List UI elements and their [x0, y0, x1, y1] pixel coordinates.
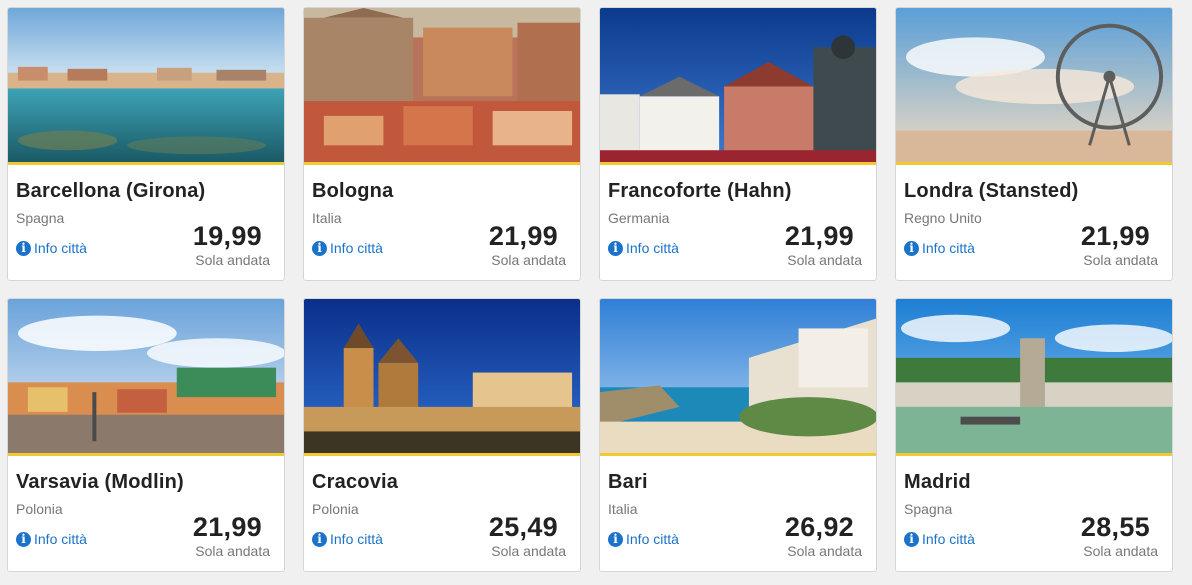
info-circle-icon: i: [608, 531, 623, 547]
city-photo: [600, 299, 876, 456]
price: 21,99: [488, 221, 558, 251]
city-photo: [600, 8, 876, 165]
info-city-link[interactable]: i Info città: [16, 240, 87, 256]
destination-card-barcellona[interactable]: Barcellona (Girona) Spagna i Info città …: [7, 7, 285, 281]
info-city-label: Info città: [330, 531, 383, 547]
info-city-label: Info città: [922, 240, 975, 256]
country-name: Spagna: [16, 210, 65, 226]
city-photo: [896, 8, 1172, 165]
trip-type: Sola andata: [787, 543, 862, 559]
info-city-link[interactable]: i Info città: [904, 240, 975, 256]
info-circle-icon: i: [904, 240, 919, 256]
city-name: Bari: [608, 471, 648, 493]
info-city-label: Info città: [626, 240, 679, 256]
destination-card-londra[interactable]: Londra (Stansted) Regno Unito i Info cit…: [895, 7, 1173, 281]
city-photo: [304, 8, 580, 165]
trip-type: Sola andata: [491, 543, 566, 559]
country-name: Germania: [608, 210, 670, 226]
info-city-label: Info città: [626, 531, 679, 547]
info-circle-icon: i: [16, 531, 31, 547]
info-city-link[interactable]: i Info città: [312, 240, 383, 256]
country-name: Polonia: [312, 501, 359, 517]
info-city-label: Info città: [922, 531, 975, 547]
trip-type: Sola andata: [491, 252, 566, 268]
destination-card-madrid[interactable]: Madrid Spagna i Info città 28,55 Sola an…: [895, 298, 1173, 572]
city-name: Londra (Stansted): [904, 180, 1079, 202]
destination-card-bari[interactable]: Bari Italia i Info città 26,92 Sola anda…: [599, 298, 877, 572]
country-name: Italia: [312, 210, 342, 226]
info-circle-icon: i: [16, 240, 31, 256]
trip-type: Sola andata: [1083, 543, 1158, 559]
info-circle-icon: i: [312, 531, 327, 547]
destination-card-francoforte[interactable]: Francoforte (Hahn) Germania i Info città…: [599, 7, 877, 281]
info-city-link[interactable]: i Info città: [904, 531, 975, 547]
price: 21,99: [1080, 221, 1150, 251]
trip-type: Sola andata: [787, 252, 862, 268]
country-name: Italia: [608, 501, 638, 517]
info-circle-icon: i: [608, 240, 623, 256]
price: 28,55: [1080, 512, 1150, 542]
info-city-link[interactable]: i Info città: [16, 531, 87, 547]
info-city-link[interactable]: i Info città: [608, 531, 679, 547]
destination-card-bologna[interactable]: Bologna Italia i Info città 21,99 Sola a…: [303, 7, 581, 281]
price: 21,99: [784, 221, 854, 251]
city-photo: [8, 299, 284, 456]
price: 25,49: [488, 512, 558, 542]
country-name: Regno Unito: [904, 210, 982, 226]
city-name: Francoforte (Hahn): [608, 180, 792, 202]
city-name: Varsavia (Modlin): [16, 471, 184, 493]
city-name: Madrid: [904, 471, 971, 493]
info-circle-icon: i: [312, 240, 327, 256]
destination-grid: Barcellona (Girona) Spagna i Info città …: [0, 0, 1192, 585]
city-photo: [8, 8, 284, 165]
city-name: Bologna: [312, 180, 394, 202]
info-city-link[interactable]: i Info città: [608, 240, 679, 256]
trip-type: Sola andata: [195, 543, 270, 559]
info-city-label: Info città: [330, 240, 383, 256]
destination-card-cracovia[interactable]: Cracovia Polonia i Info città 25,49 Sola…: [303, 298, 581, 572]
info-circle-icon: i: [904, 531, 919, 547]
trip-type: Sola andata: [1083, 252, 1158, 268]
info-city-label: Info città: [34, 240, 87, 256]
country-name: Spagna: [904, 501, 953, 517]
trip-type: Sola andata: [195, 252, 270, 268]
city-name: Barcellona (Girona): [16, 180, 206, 202]
price: 26,92: [784, 512, 854, 542]
info-city-label: Info città: [34, 531, 87, 547]
destination-card-varsavia[interactable]: Varsavia (Modlin) Polonia i Info città 2…: [7, 298, 285, 572]
info-city-link[interactable]: i Info città: [312, 531, 383, 547]
city-name: Cracovia: [312, 471, 399, 493]
city-photo: [304, 299, 580, 456]
city-photo: [896, 299, 1172, 456]
country-name: Polonia: [16, 501, 63, 517]
price: 21,99: [192, 512, 262, 542]
price: 19,99: [192, 221, 262, 251]
